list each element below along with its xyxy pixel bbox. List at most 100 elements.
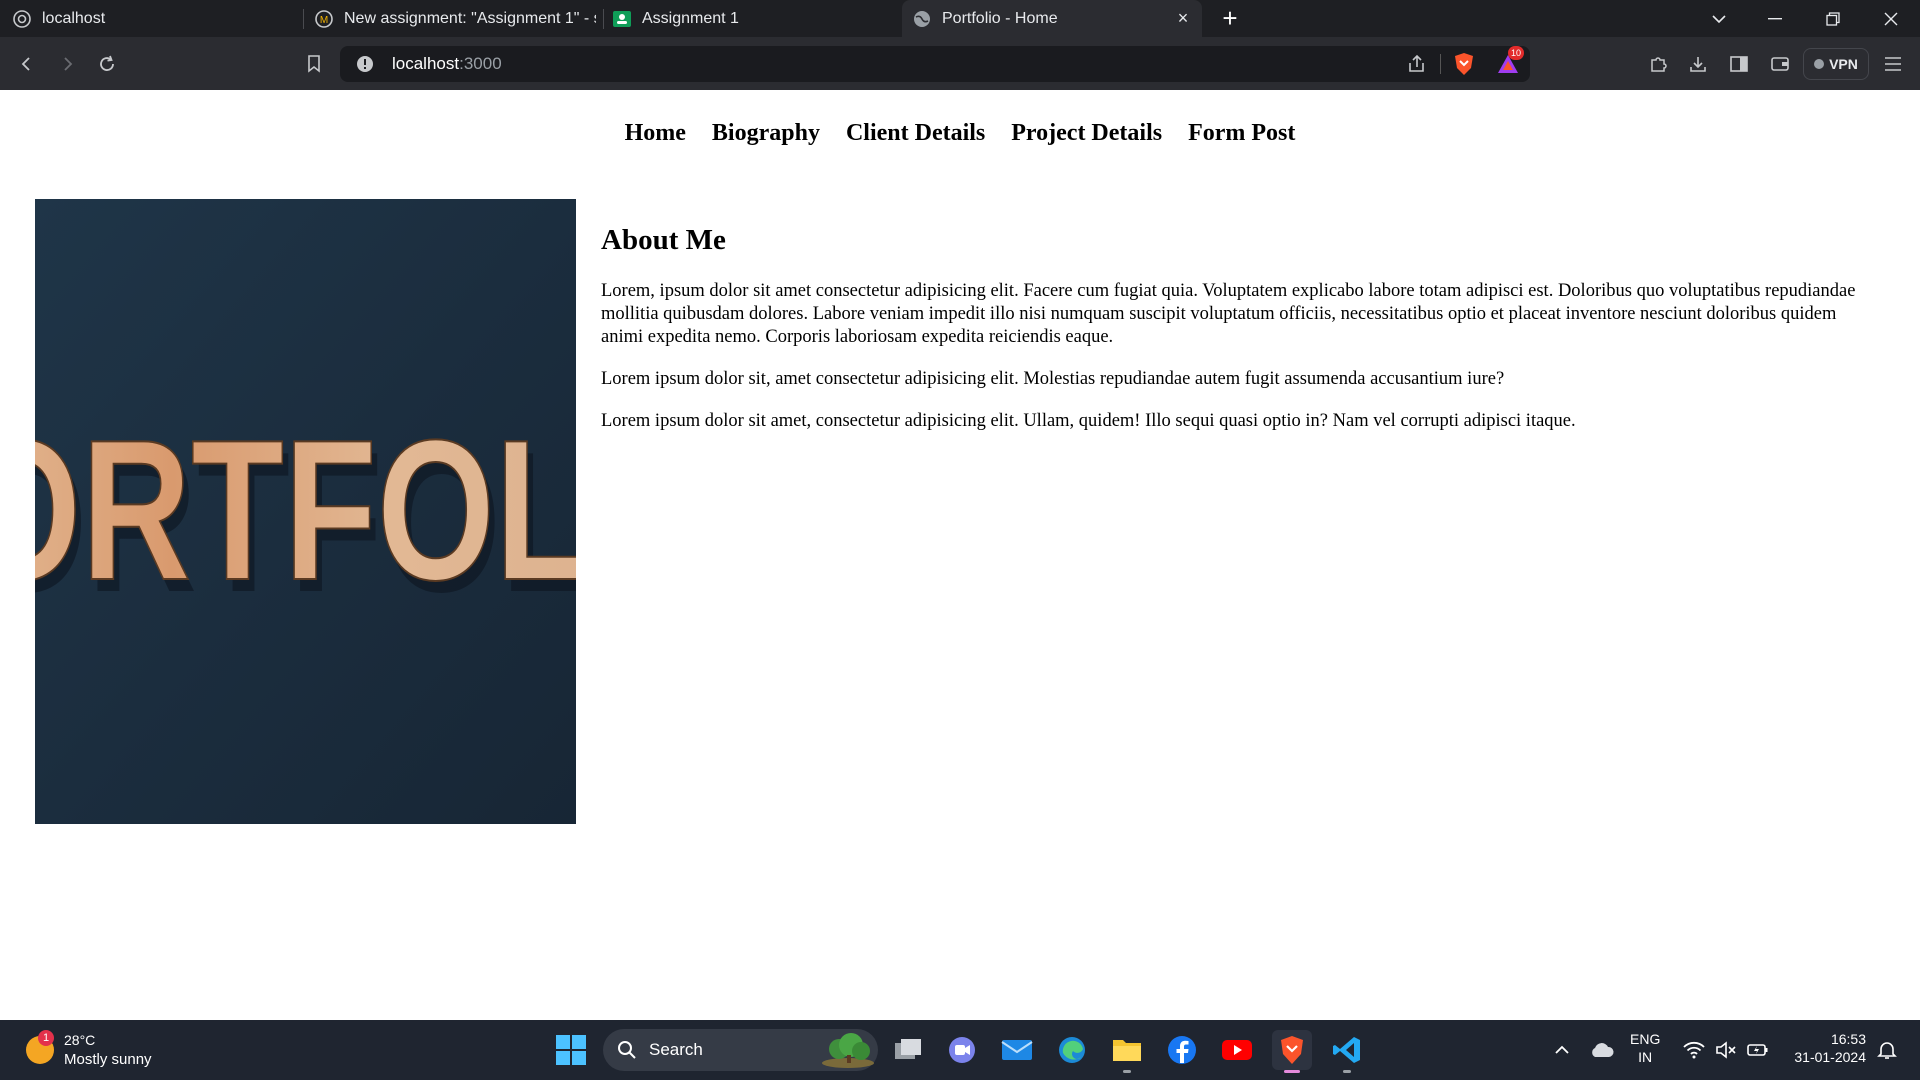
language-code: ENG [1630,1031,1661,1047]
tab-title: Portfolio - Home [942,9,1058,27]
task-view-icon [895,1039,921,1059]
about-paragraph: Lorem ipsum dolor sit amet, consectetur … [601,411,1576,431]
volume-muted-icon [1716,1041,1736,1059]
forward-button[interactable] [52,49,82,79]
reload-button[interactable] [92,49,122,79]
close-icon [1884,12,1898,25]
windows-logo-icon [556,1035,586,1065]
tab-title: Assignment 1 [642,9,739,27]
notifications-button[interactable] [1870,1030,1904,1070]
onedrive-button[interactable] [1582,1030,1622,1070]
battery-button[interactable] [1744,1030,1772,1070]
nav-home[interactable]: Home [625,120,686,147]
vpn-label: VPN [1829,56,1858,72]
region-code: IN [1638,1049,1653,1065]
show-hidden-icons-button[interactable] [1542,1030,1582,1070]
file-explorer-button[interactable] [1107,1030,1147,1073]
nav-project-details[interactable]: Project Details [1011,120,1162,147]
vscode-button[interactable] [1327,1030,1367,1073]
start-button[interactable] [553,1032,589,1068]
weather-widget[interactable]: 1 28°C Mostly sunny [22,1030,182,1070]
wifi-button[interactable] [1680,1030,1708,1070]
svg-text:M: M [320,15,328,26]
taskbar-search[interactable]: Search [603,1029,878,1071]
wallet-button[interactable] [1765,49,1795,79]
minimize-button[interactable] [1752,0,1798,37]
back-button[interactable] [12,49,42,79]
youtube-button[interactable] [1217,1030,1257,1070]
sidebar-icon [1730,56,1748,72]
tab-localhost[interactable]: localhost [12,0,302,37]
tab-title: localhost [42,9,106,27]
facebook-icon [1168,1036,1196,1064]
download-icon [1690,57,1706,72]
cloud-icon [1592,1043,1614,1057]
mail-icon [1001,1040,1033,1060]
downloads-button[interactable] [1683,49,1713,79]
folder-icon [1113,1040,1141,1061]
restore-icon [1826,11,1840,26]
running-indicator [1343,1070,1351,1073]
restore-button[interactable] [1810,0,1856,37]
globe-icon [12,9,32,29]
wallet-icon [1771,57,1789,71]
tab-new-assignment[interactable]: M New assignment: "Assignment 1" - sul [314,0,596,37]
tab-portfolio-home[interactable]: Portfolio - Home × [902,0,1202,37]
wifi-icon [1683,1041,1705,1059]
weather-badge: 1 [38,1030,54,1046]
bookmark-icon [308,55,320,73]
chevron-up-icon [1555,1045,1569,1054]
active-indicator [1284,1070,1300,1073]
brave-shields-icon[interactable] [1452,52,1476,76]
reload-icon [100,55,114,71]
page-content: Home Biography Client Details Project De… [0,90,1920,1020]
sidebar-button[interactable] [1724,49,1754,79]
brave-browser-button[interactable] [1272,1030,1312,1073]
tab-search-button[interactable] [1696,0,1742,37]
battery-charging-icon [1747,1044,1768,1056]
tab-strip: localhost M New assignment: "Assignment … [0,0,1920,37]
nav-biography[interactable]: Biography [712,120,820,147]
info-icon[interactable] [356,55,374,73]
weather-description: Mostly sunny [64,1051,152,1068]
tab-divider [603,9,604,29]
tab-assignment-1[interactable]: Assignment 1 [612,0,892,37]
url-text[interactable]: localhost:3000 [392,54,502,74]
address-bar[interactable]: localhost:3000 10 [340,46,1530,82]
nav-client-details[interactable]: Client Details [846,120,985,147]
minimize-icon [1768,17,1782,19]
google-classroom-icon [612,9,632,29]
close-window-button[interactable] [1868,0,1914,37]
teams-chat-button[interactable] [942,1030,982,1070]
globe-icon [912,9,932,29]
puzzle-icon [1651,57,1667,72]
extensions-button[interactable] [1643,49,1673,79]
divider [1440,54,1441,74]
clock-time: 16:53 [1830,1031,1866,1047]
edge-button[interactable] [1052,1030,1092,1070]
brave-icon [1281,1036,1303,1064]
portfolio-text: PORTFOLIO [35,398,576,622]
brave-rewards-icon[interactable]: 10 [1496,46,1524,76]
language-indicator[interactable]: ENG IN [1630,1030,1660,1066]
close-tab-icon[interactable]: × [1174,9,1192,27]
vpn-button[interactable]: VPN [1803,48,1869,80]
task-view-button[interactable] [888,1030,928,1070]
vscode-icon [1333,1037,1360,1063]
portfolio-image: PORTFOLIO PORTFOLIO [35,199,576,824]
mail-button[interactable] [997,1030,1037,1070]
search-highlight-icon [822,1033,874,1068]
tab-title: New assignment: "Assignment 1" - sul [344,9,596,27]
facebook-button[interactable] [1162,1030,1202,1070]
about-heading: About Me [601,224,726,256]
bookmark-button[interactable] [299,49,329,79]
volume-button[interactable] [1712,1030,1740,1070]
edge-icon [1059,1037,1085,1063]
nav-form-post[interactable]: Form Post [1188,120,1295,147]
menu-button[interactable] [1878,49,1908,79]
new-tab-button[interactable]: + [1216,4,1244,32]
tab-divider [303,9,304,29]
arrow-left-icon [21,57,30,71]
system-clock[interactable]: 16:53 31-01-2024 [1780,1030,1866,1066]
share-icon[interactable] [1406,53,1428,75]
